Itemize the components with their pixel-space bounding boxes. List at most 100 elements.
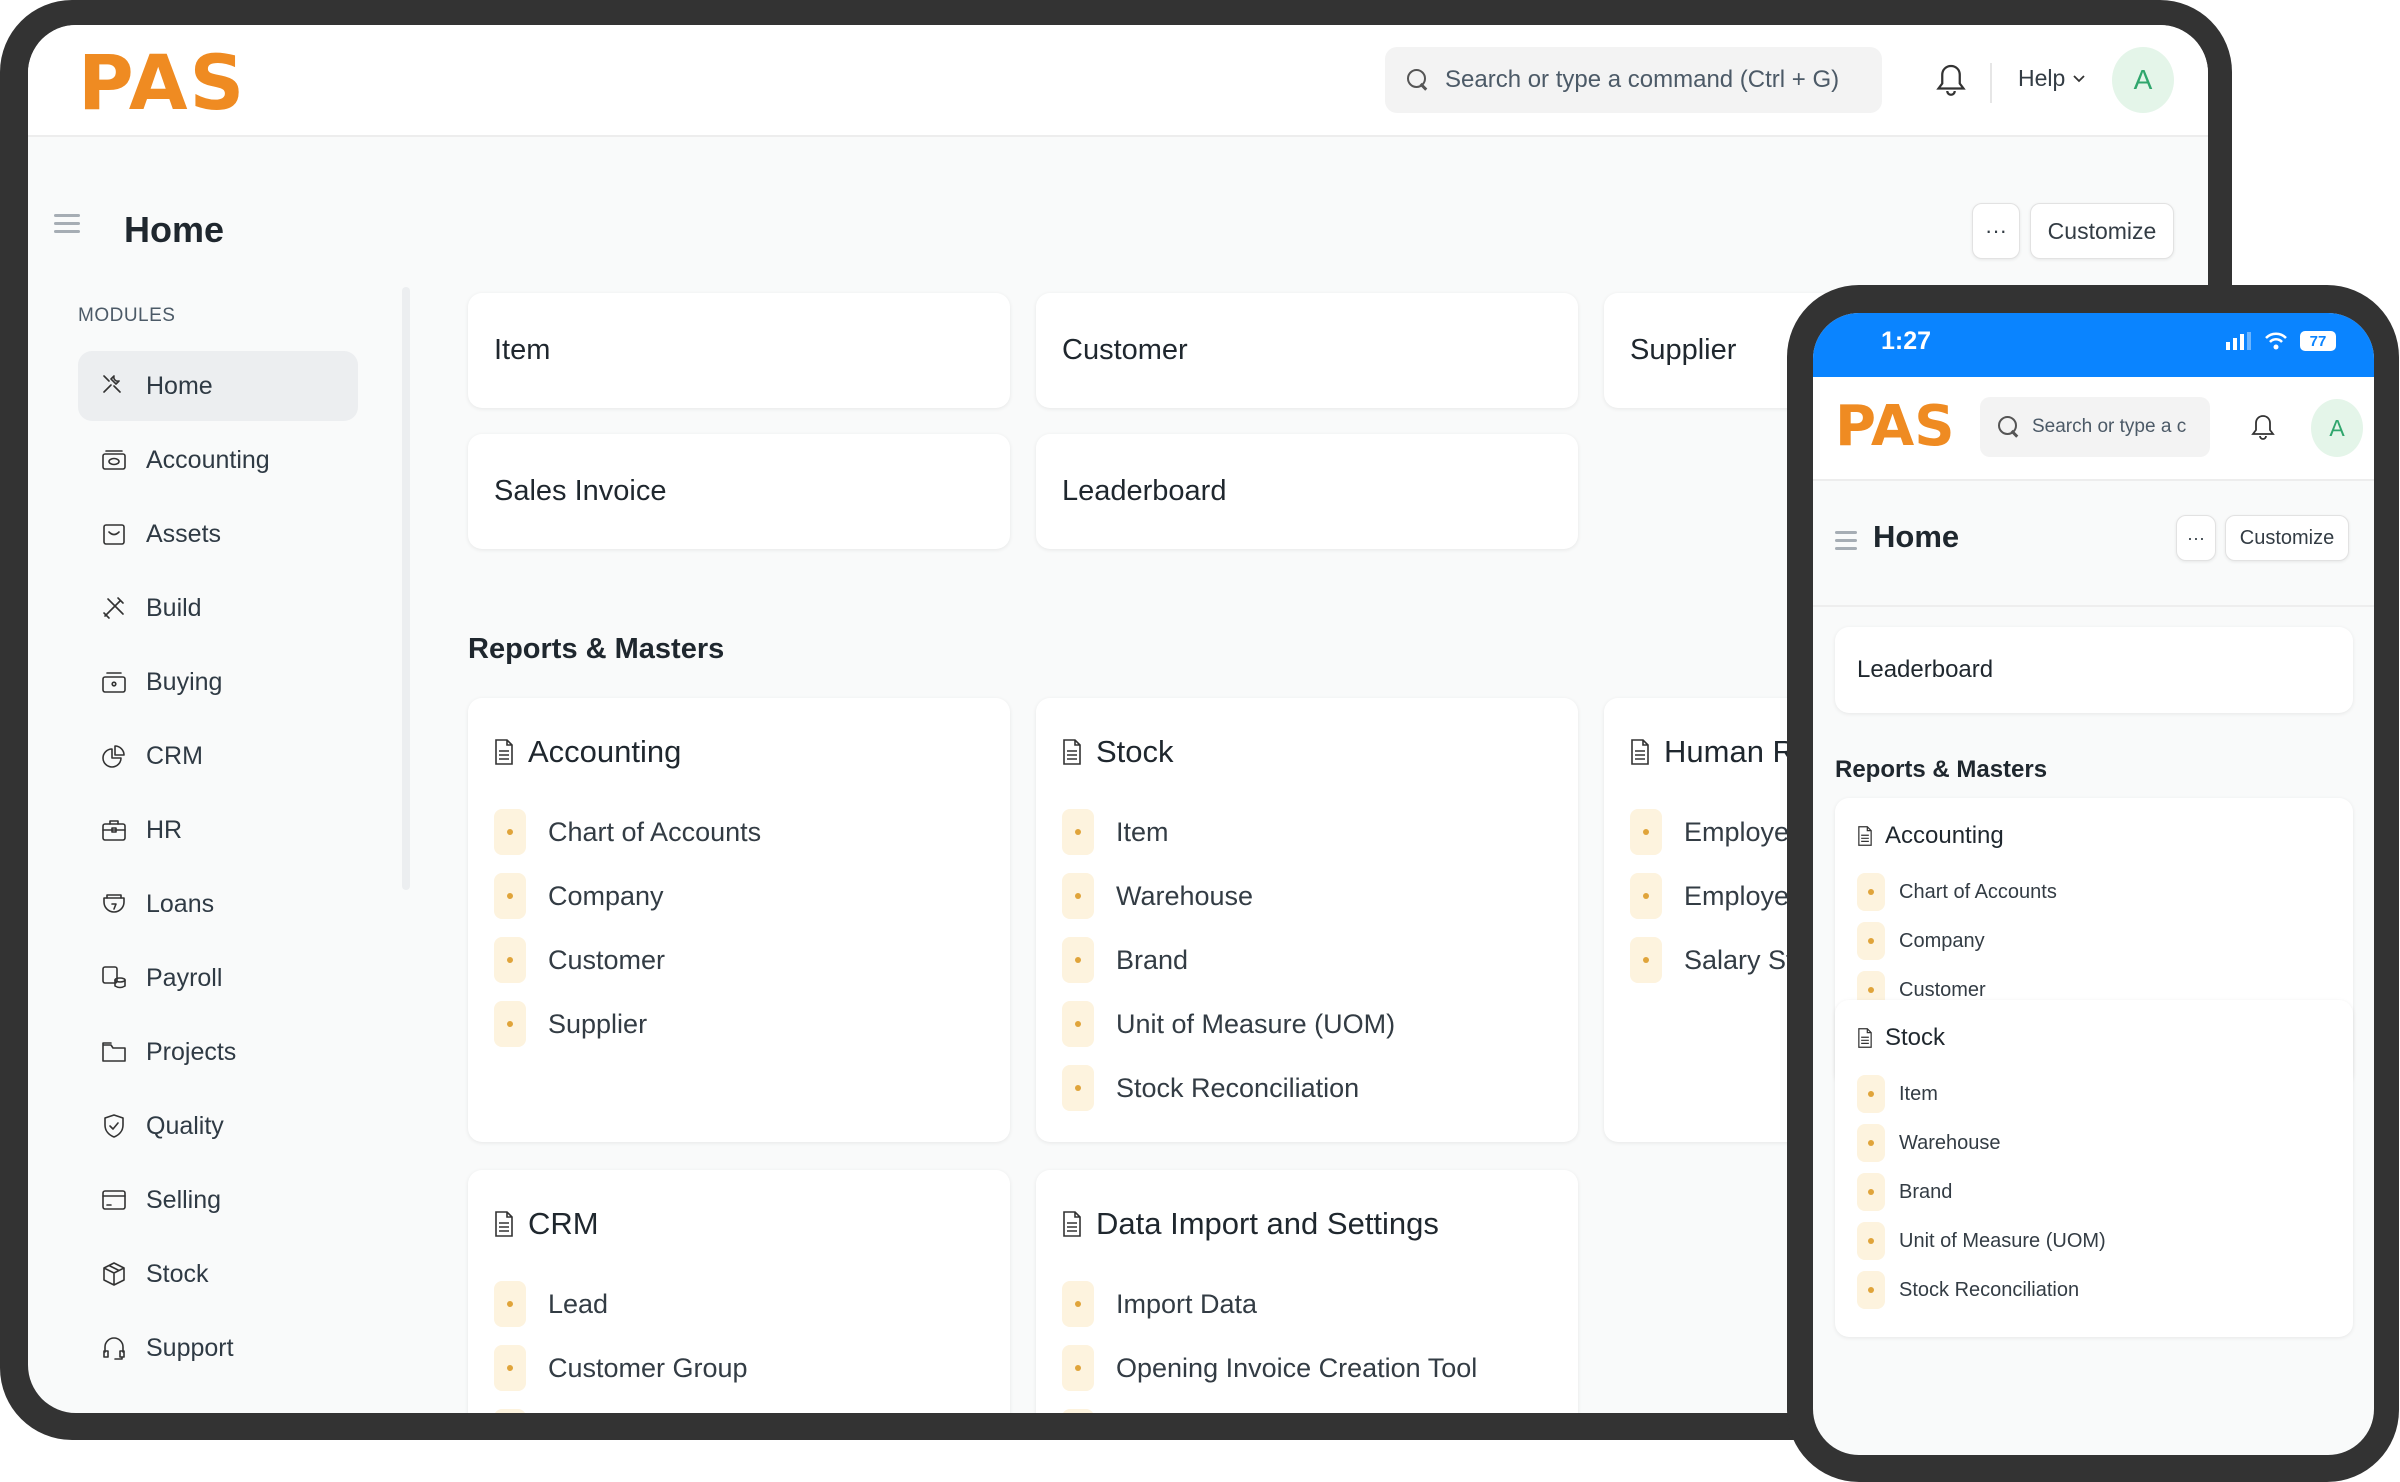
bullet-icon	[1062, 1281, 1094, 1327]
shortcut-sales-invoice[interactable]: Sales Invoice	[468, 434, 1010, 549]
phone-navbar: PAS Search or type a c A	[1813, 377, 2374, 481]
report-link[interactable]: Stock Reconciliation	[1062, 1064, 1552, 1112]
customize-button[interactable]: Customize	[2225, 515, 2349, 561]
report-link[interactable]: Territory	[494, 1408, 984, 1413]
hamburger-icon[interactable]	[54, 214, 80, 234]
report-card-title[interactable]: Accounting	[1857, 822, 2331, 850]
sidebar-item-stock[interactable]: Stock	[78, 1239, 358, 1309]
bullet-icon	[1857, 1173, 1885, 1211]
sidebar-item-label: CRM	[146, 741, 203, 770]
report-link[interactable]: Brand	[1062, 936, 1552, 984]
phone-screen: 1:27 77 PAS Search or type a c A Home ··…	[1813, 313, 2374, 1455]
report-link[interactable]: Company	[1857, 921, 2331, 961]
report-link[interactable]: Lead	[494, 1280, 984, 1328]
hamburger-icon[interactable]	[1835, 531, 1857, 550]
report-link[interactable]: Import Data	[1062, 1280, 1552, 1328]
report-link[interactable]: Company	[494, 872, 984, 920]
report-link[interactable]: Brand	[1857, 1172, 2331, 1212]
report-card-title[interactable]: Data Import and Settings	[1062, 1206, 1552, 1242]
reports-heading: Reports & Masters	[1835, 756, 2048, 783]
search-placeholder: Search or type a c	[2032, 416, 2187, 437]
report-title-text: Data Import and Settings	[1096, 1206, 1439, 1241]
help-dropdown[interactable]: Help	[2018, 65, 2085, 92]
report-link-label: Company	[1899, 929, 1985, 952]
sidebar-item-build[interactable]: Build	[78, 573, 358, 643]
accounting-icon	[102, 450, 126, 470]
report-link[interactable]: Opening Invoice Creation Tool	[1062, 1344, 1552, 1392]
avatar[interactable]: A	[2311, 399, 2363, 457]
search-input[interactable]: Search or type a c	[1980, 397, 2210, 457]
report-link[interactable]: Customer Group	[494, 1344, 984, 1392]
report-card-stock: Stock Item Warehouse Brand Unit of Measu…	[1835, 1000, 2353, 1337]
shortcut-customer[interactable]: Customer	[1036, 293, 1578, 408]
bullet-icon	[1062, 1345, 1094, 1391]
report-link[interactable]: Unit of Measure (UOM)	[1062, 1000, 1552, 1048]
crm-pie-icon	[102, 745, 125, 768]
report-card-title[interactable]: Accounting	[494, 734, 984, 770]
sidebar-item-projects[interactable]: Projects	[78, 1017, 358, 1087]
report-link[interactable]: Supplier	[494, 1000, 984, 1048]
wifi-icon	[2265, 332, 2287, 350]
sidebar-item-home[interactable]: Home	[78, 351, 358, 421]
navbar: PAS Search or type a command (Ctrl + G) …	[28, 25, 2208, 137]
chevron-down-icon	[2073, 74, 2085, 82]
sidebar-item-selling[interactable]: Selling	[78, 1165, 358, 1235]
report-title-text: Stock	[1096, 734, 1174, 769]
more-options-button[interactable]: ···	[1972, 203, 2020, 259]
status-icons: 77	[2226, 331, 2336, 351]
sidebar-item-assets[interactable]: Assets	[78, 499, 358, 569]
shortcut-leaderboard[interactable]: Leaderboard	[1835, 627, 2353, 713]
bullet-icon	[1857, 1271, 1885, 1309]
sidebar-item-payroll[interactable]: Payroll	[78, 943, 358, 1013]
app-logo[interactable]: PAS	[1835, 399, 1955, 455]
report-link[interactable]: Stock Reconciliation	[1857, 1270, 2331, 1310]
bell-icon[interactable]	[1936, 63, 1966, 99]
build-icon	[103, 597, 124, 619]
report-link-label: Chart of Accounts	[548, 816, 762, 847]
report-link[interactable]: Warehouse	[1062, 872, 1552, 920]
shortcut-leaderboard[interactable]: Leaderboard	[1036, 434, 1578, 549]
avatar[interactable]: A	[2112, 47, 2174, 113]
sidebar-item-buying[interactable]: Buying	[78, 647, 358, 717]
bullet-icon	[1062, 873, 1094, 919]
sidebar-item-support[interactable]: Support	[78, 1313, 358, 1383]
sidebar-item-label: Accounting	[146, 445, 270, 474]
bullet-icon	[1857, 1075, 1885, 1113]
report-link-label: Customer	[548, 944, 666, 975]
sidebar-item-quality[interactable]: Quality	[78, 1091, 358, 1161]
shortcut-item[interactable]: Item	[468, 293, 1010, 408]
sidebar-scrollbar[interactable]	[402, 287, 410, 890]
bell-icon[interactable]	[2251, 413, 2275, 443]
search-icon	[1998, 416, 2020, 438]
report-link[interactable]: Chart of Accounts	[1857, 872, 2331, 912]
sidebar-item-hr[interactable]: HR	[78, 795, 358, 865]
report-link[interactable]: Chart of Accounts Importer	[1062, 1408, 1552, 1413]
sidebar-item-accounting[interactable]: Accounting	[78, 425, 358, 495]
selling-card-icon	[102, 1190, 126, 1210]
report-link[interactable]: Item	[1857, 1074, 2331, 1114]
customize-button[interactable]: Customize	[2030, 203, 2174, 259]
report-card-title[interactable]: CRM	[494, 1206, 984, 1242]
report-card-title[interactable]: Stock	[1062, 734, 1552, 770]
document-icon	[1063, 1211, 1081, 1237]
more-options-button[interactable]: ···	[2176, 515, 2216, 561]
search-input[interactable]: Search or type a command (Ctrl + G)	[1385, 47, 1882, 113]
reports-heading: Reports & Masters	[468, 633, 725, 665]
report-link[interactable]: Item	[1062, 808, 1552, 856]
briefcase-icon	[102, 820, 126, 841]
sidebar: MODULES Home Accounting Assets Build Buy…	[78, 305, 408, 1387]
report-link[interactable]: Warehouse	[1857, 1123, 2331, 1163]
sidebar-item-loans[interactable]: Loans	[78, 869, 358, 939]
bullet-icon	[494, 1409, 526, 1413]
app-logo[interactable]: PAS	[78, 45, 246, 121]
report-link[interactable]: Chart of Accounts	[494, 808, 984, 856]
report-link-label: Unit of Measure (UOM)	[1899, 1229, 2106, 1252]
report-link[interactable]: Unit of Measure (UOM)	[1857, 1221, 2331, 1261]
document-icon	[1858, 826, 1872, 846]
sidebar-nav: Home Accounting Assets Build Buying CRM …	[78, 351, 408, 1383]
report-card-title[interactable]: Stock	[1857, 1024, 2331, 1052]
report-card-crm: CRM Lead Customer Group Territory	[468, 1170, 1010, 1413]
sidebar-item-crm[interactable]: CRM	[78, 721, 358, 791]
report-link[interactable]: Customer	[494, 936, 984, 984]
sidebar-item-label: HR	[146, 815, 183, 844]
